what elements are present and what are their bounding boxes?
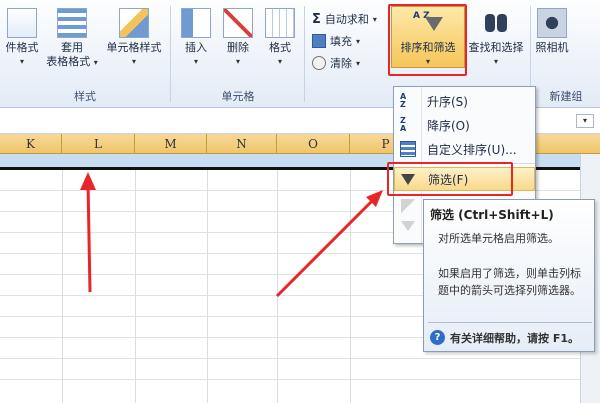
annotation-arrow-up xyxy=(80,172,96,293)
annotation-arrow-diagonal xyxy=(275,190,383,298)
annotation-arrows xyxy=(80,172,383,298)
